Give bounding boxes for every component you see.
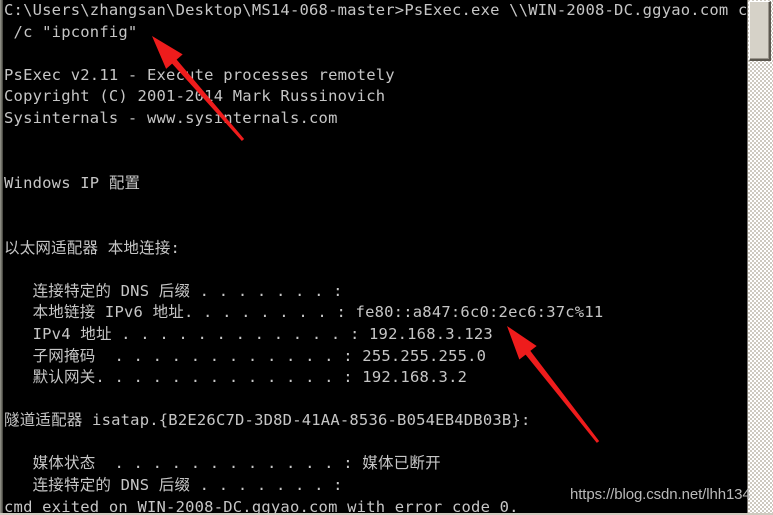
console-line: 本地链接 IPv6 地址. . . . . . . . : fe80::a847…	[4, 303, 604, 322]
console-line: 连接特定的 DNS 后缀 . . . . . . . :	[4, 281, 343, 300]
console-text-lines: C:\Users\zhangsan\Desktop\MS14-068-maste…	[3, 0, 748, 513]
console-line: Windows IP 配置	[4, 173, 141, 192]
console-line: 媒体状态 . . . . . . . . . . . . : 媒体已断开	[4, 454, 441, 473]
scrollbar-thumb[interactable]	[749, 1, 771, 61]
console-line: /c "ipconfig"	[4, 22, 138, 41]
console-line: Sysinternals - www.sysinternals.com	[4, 108, 338, 127]
console-window-screenshot: C:\Users\zhangsan\Desktop\MS14-068-maste…	[0, 0, 773, 515]
console-line: IPv4 地址 . . . . . . . . . . . . : 192.16…	[4, 324, 493, 343]
scrollbar-thumb-face	[750, 2, 769, 59]
console-line: 以太网适配器 本地连接:	[4, 238, 181, 257]
console-line: C:\Users\zhangsan\Desktop\MS14-068-maste…	[4, 1, 748, 19]
console-line: 默认网关. . . . . . . . . . . . . : 192.168.…	[4, 368, 468, 387]
vertical-scrollbar[interactable]	[747, 0, 773, 515]
csdn-blog-watermark: https://blog.csdn.net/lhh134	[570, 486, 751, 503]
console-output-area[interactable]: C:\Users\zhangsan\Desktop\MS14-068-maste…	[3, 0, 748, 513]
console-line: 隧道适配器 isatap.{B2E26C7D-3D8D-41AA-8536-B0…	[4, 411, 531, 430]
console-line: PsExec v2.11 - Execute processes remotel…	[4, 65, 395, 84]
console-line: Copyright (C) 2001-2014 Mark Russinovich	[4, 87, 386, 106]
console-line: 子网掩码 . . . . . . . . . . . . : 255.255.2…	[4, 346, 487, 365]
